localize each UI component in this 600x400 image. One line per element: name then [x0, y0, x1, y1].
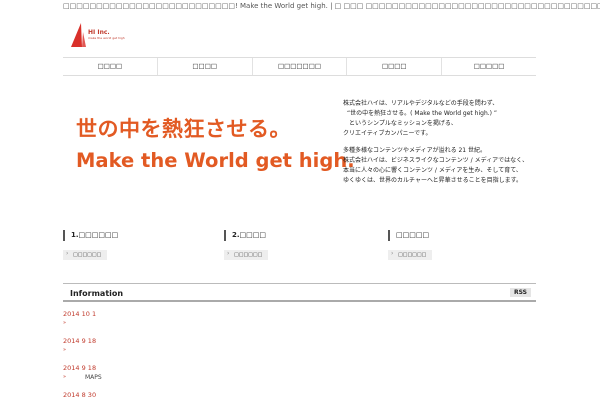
rss-button[interactable]: RSS	[510, 288, 531, 297]
feature-column-3: □□□□□ □□□□□□	[388, 230, 508, 260]
hero-headline-jp: 世の中を熱狂させる。	[76, 117, 291, 141]
news-date: 2014 10 1	[63, 310, 97, 318]
feature-column-1: 1.□□□□□□ □□□□□□	[63, 230, 183, 260]
nav-item-2[interactable]: □□□□	[156, 58, 252, 75]
hero-headline-en: Make the World get high.	[76, 149, 355, 172]
feature-column-title: □□□□□	[388, 230, 508, 241]
feature-column-button[interactable]: □□□□□□	[224, 250, 269, 260]
information-header: Information RSS	[63, 283, 536, 302]
intro-line: というシンプルなミッションを掲げる、	[349, 120, 457, 127]
information-section: Information RSS 2014 10 1 » 2014 9 18 » …	[63, 283, 536, 400]
logo-text: HI Inc.	[88, 29, 110, 36]
news-date: 2014 9 18	[63, 364, 97, 372]
intro-line: 株式会社ハイは、リアルやデジタルなどの手段を問わず、	[343, 100, 499, 107]
news-entry[interactable]: 2014 8 30	[63, 383, 536, 400]
site-tagline: □□□□□□□□□□□□□□□□□□□□□□□□□□! Make the Wor…	[63, 2, 600, 10]
news-entry[interactable]: 2014 9 18 » MAPS	[63, 356, 536, 383]
news-date: 2014 8 30	[63, 391, 97, 399]
news-date: 2014 9 18	[63, 337, 97, 345]
intro-line: 株式会社ハイは、ビジネスライクなコンテンツ / メディアではなく、	[343, 157, 529, 164]
intro-line: 本当に人々の心に響くコンテンツ / メディアを生み、そして育て、	[343, 167, 522, 174]
news-text[interactable]: MAPS	[85, 374, 102, 381]
intro-text: 株式会社ハイは、リアルやデジタルなどの手段を問わず、 “世の中を熱狂させる。( …	[343, 99, 543, 193]
nav-item-3[interactable]: □□□□□□□	[251, 58, 347, 75]
intro-line: クリエイティブカンパニーです。	[343, 130, 432, 137]
global-nav: □□□□ □□□□ □□□□□□□ □□□□ □□□□□	[63, 57, 536, 76]
feature-column-title: 1.□□□□□□	[63, 230, 183, 241]
nav-item-5[interactable]: □□□□□	[441, 58, 536, 75]
news-entry[interactable]: 2014 9 18 »	[63, 329, 536, 356]
intro-paragraph-1: 株式会社ハイは、リアルやデジタルなどの手段を問わず、 “世の中を熱狂させる。( …	[343, 99, 543, 139]
feature-column-2: 2.□□□□ □□□□□□	[224, 230, 344, 260]
logo-subtext: make the world get high	[88, 36, 125, 40]
feature-column-title: 2.□□□□	[224, 230, 344, 241]
intro-paragraph-2: 多種多様なコンテンツやメディアが溢れる 21 世紀。 株式会社ハイは、ビジネスラ…	[343, 146, 543, 186]
feature-column-button[interactable]: □□□□□□	[63, 250, 108, 260]
feature-column-button[interactable]: □□□□□□	[388, 250, 433, 260]
nav-item-1[interactable]: □□□□	[63, 58, 157, 75]
news-entry[interactable]: 2014 10 1 »	[63, 302, 536, 329]
intro-line: ゆくゆくは、世界のカルチャーへと昇華させることを目指します。	[343, 177, 523, 184]
news-bullet-icon: »	[63, 374, 67, 380]
nav-item-4[interactable]: □□□□	[346, 58, 441, 75]
intro-line: “世の中を熱狂させる。( Make the World get high.) ”	[347, 110, 498, 117]
news-bullet-icon: »	[63, 347, 67, 353]
intro-line: 多種多様なコンテンツやメディアが溢れる 21 世紀。	[343, 147, 487, 154]
information-title: Information	[70, 289, 124, 298]
news-bullet-icon: »	[63, 320, 67, 326]
